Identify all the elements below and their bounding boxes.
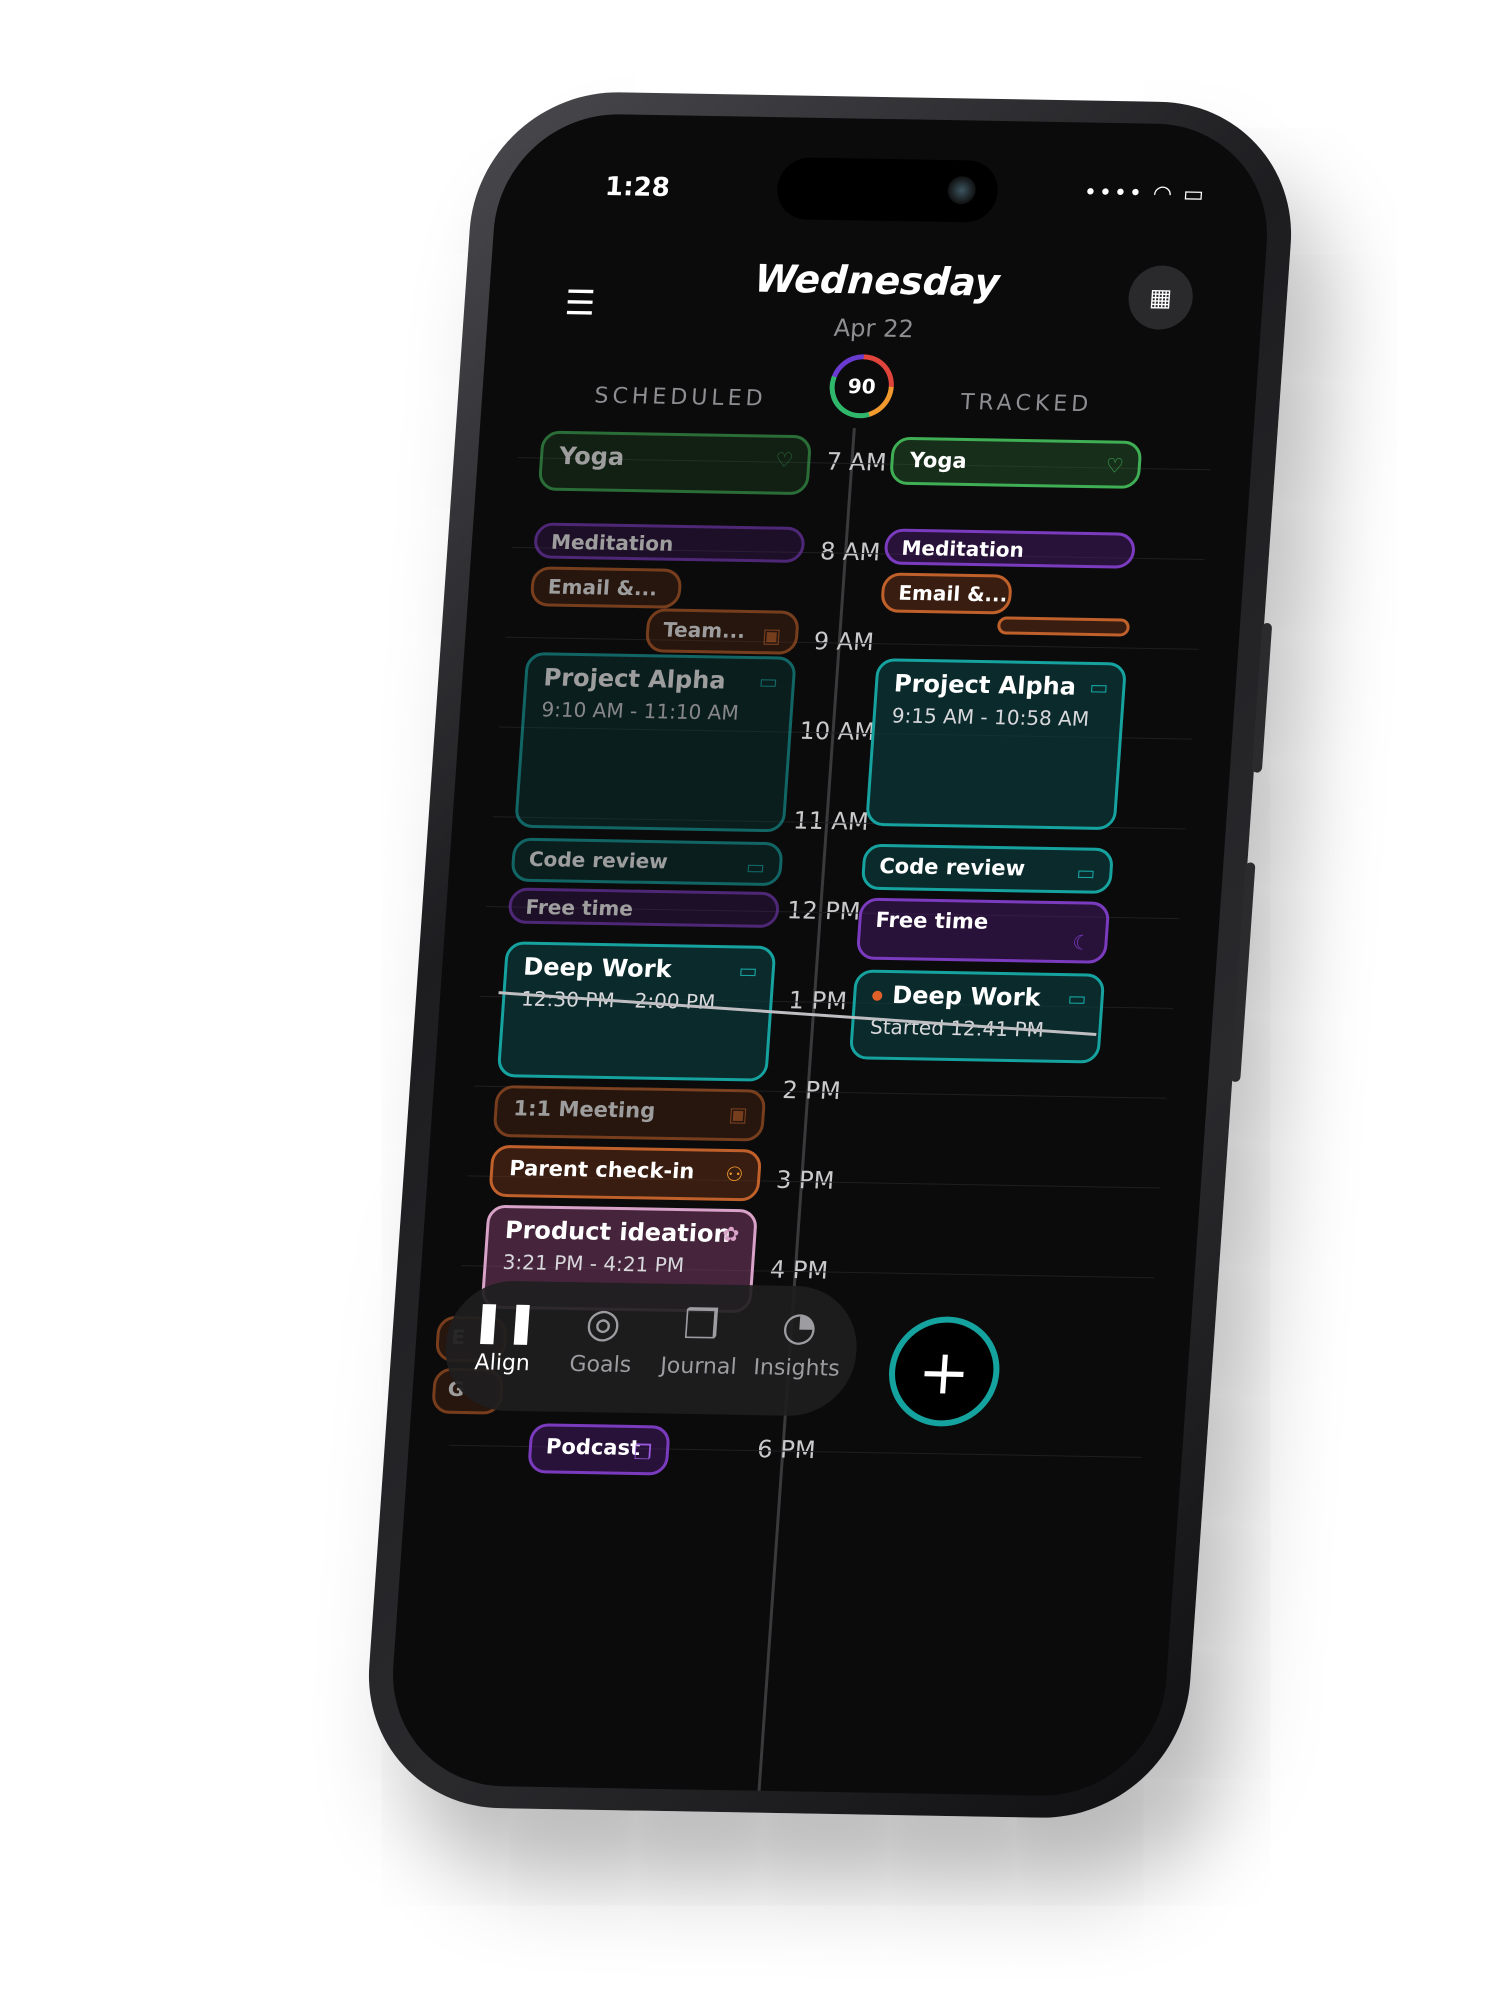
event-title-row: Deep Work <box>871 981 1085 1013</box>
briefcase-icon: ▣ <box>727 1102 749 1127</box>
tab-goals[interactable]: ◎ Goals <box>552 1300 652 1378</box>
stage: 1:28 •••• ◠ ▭ ☰ Wednesday Apr 22 ▦ SCHED… <box>0 0 1499 2000</box>
event-title: Deep Work <box>522 952 673 984</box>
event-title: Project Alpha <box>893 669 1078 701</box>
scheduled-event-email[interactable]: Email &... <box>529 566 683 609</box>
add-event-button[interactable]: + <box>885 1315 1004 1428</box>
tracked-event-project-alpha[interactable]: Project Alpha 9:15 AM - 10:58 AM ▭ <box>865 658 1128 831</box>
event-title: Project Alpha <box>542 663 727 695</box>
palette-icon: ✿ <box>721 1221 741 1247</box>
scheduled-event-yoga[interactable]: Yoga ♡ <box>537 430 813 496</box>
book-icon: ❐ <box>633 1439 653 1465</box>
tracked-header: TRACKED <box>959 389 1094 418</box>
recording-dot-icon <box>871 990 883 1001</box>
tracked-event-email[interactable]: Email &... <box>880 572 1013 615</box>
event-title: Deep Work <box>891 981 1042 1012</box>
event-title: Free time <box>874 907 990 934</box>
scheduled-event-podcast[interactable]: Podcast ❐ <box>527 1423 671 1476</box>
event-title: Email &... <box>897 580 1009 607</box>
plus-icon: + <box>915 1334 973 1409</box>
event-title: Code review <box>878 853 1026 881</box>
bookmark-icon: ❒ <box>681 1302 721 1349</box>
monitor-icon: ▭ <box>1075 860 1097 885</box>
scheduled-event-meeting[interactable]: 1:1 Meeting ▣ <box>492 1085 767 1142</box>
tracked-event-yoga[interactable]: Yoga ♡ <box>888 436 1143 489</box>
scheduled-event-team[interactable]: Team... ▣ <box>644 608 800 655</box>
event-title: Meditation <box>900 535 1025 562</box>
target-icon: ◎ <box>584 1300 623 1347</box>
tab-label: Align <box>473 1350 531 1377</box>
scheduled-event-free-time[interactable]: Free time <box>507 887 781 929</box>
dynamic-island <box>775 157 1000 223</box>
align-icon: ❚❚ <box>469 1298 541 1346</box>
event-time: 9:15 AM - 10:58 AM <box>891 703 1091 731</box>
app-screen: 1:28 •••• ◠ ▭ ☰ Wednesday Apr 22 ▦ SCHED… <box>385 112 1275 1798</box>
score-ring[interactable]: 90 <box>827 353 897 419</box>
event-title: Free time <box>524 894 634 921</box>
briefcase-icon: ▣ <box>761 623 783 648</box>
tracked-event-meditation[interactable]: Meditation <box>883 528 1137 569</box>
tab-bar: ❚❚ Align ◎ Goals ❒ Journal ◔ Insights <box>441 1279 861 1417</box>
donut-chart-icon: ◔ <box>780 1303 819 1351</box>
tab-label: Journal <box>659 1353 738 1380</box>
scheduled-event-parent-check-in[interactable]: Parent check-in ⚇ <box>488 1144 763 1202</box>
event-time: 3:21 PM - 4:21 PM <box>501 1249 685 1278</box>
monitor-icon: ▭ <box>1066 986 1088 1011</box>
event-title: Meditation <box>550 529 675 556</box>
battery-icon: ▭ <box>1182 182 1207 208</box>
monitor-icon: ▭ <box>745 854 766 879</box>
calendar-icon: ▦ <box>1148 283 1173 312</box>
event-title: Yoga <box>558 441 626 471</box>
event-title: Parent check-in <box>508 1156 696 1184</box>
tab-align[interactable]: ❚❚ Align <box>454 1298 554 1376</box>
tracked-event-deep-work[interactable]: Deep Work Started 12:41 PM ▭ <box>848 969 1106 1064</box>
tab-journal[interactable]: ❒ Journal <box>650 1302 750 1380</box>
event-title: Product ideation <box>504 1216 732 1248</box>
scheduled-event-code-review[interactable]: Code review ▭ <box>510 837 784 887</box>
scheduled-event-meditation[interactable]: Meditation <box>532 522 806 564</box>
scheduled-event-deep-work[interactable]: Deep Work 12:30 PM - 2:00 PM ▭ <box>496 941 777 1082</box>
status-time: 1:28 <box>603 172 671 204</box>
scheduled-event-project-alpha[interactable]: Project Alpha 9:10 AM - 11:10 AM ▭ <box>514 652 797 833</box>
tracked-event-team[interactable] <box>996 616 1131 637</box>
phone-mockup: 1:28 •••• ◠ ▭ ☰ Wednesday Apr 22 ▦ SCHED… <box>359 89 1301 1821</box>
moon-icon: ☾ <box>1071 930 1092 955</box>
tracked-event-code-review[interactable]: Code review ▭ <box>860 843 1115 894</box>
monitor-icon: ▭ <box>1088 674 1110 700</box>
tab-label: Insights <box>752 1355 841 1382</box>
heart-icon: ♡ <box>774 447 795 472</box>
score-value: 90 <box>832 358 891 414</box>
tracked-event-free-time[interactable]: Free time ☾ <box>855 897 1111 964</box>
heart-icon: ♡ <box>1105 453 1125 478</box>
wifi-icon: ◠ <box>1151 181 1175 207</box>
tab-insights[interactable]: ◔ Insights <box>748 1303 848 1382</box>
event-title: Yoga <box>908 448 968 473</box>
signal-icon: •••• <box>1083 180 1145 207</box>
event-time: 9:10 AM - 11:10 AM <box>540 697 740 725</box>
monitor-icon: ▭ <box>758 669 779 694</box>
monitor-icon: ▭ <box>737 958 759 983</box>
event-title: Email &... <box>547 574 658 601</box>
event-title: Code review <box>528 846 669 874</box>
event-title: 1:1 Meeting <box>512 1096 657 1123</box>
scheduled-header: SCHEDULED <box>593 383 768 412</box>
camera-icon <box>946 176 977 205</box>
tab-label: Goals <box>568 1351 633 1378</box>
status-icons: •••• ◠ ▭ <box>1083 180 1207 207</box>
people-icon: ⚇ <box>724 1161 745 1187</box>
